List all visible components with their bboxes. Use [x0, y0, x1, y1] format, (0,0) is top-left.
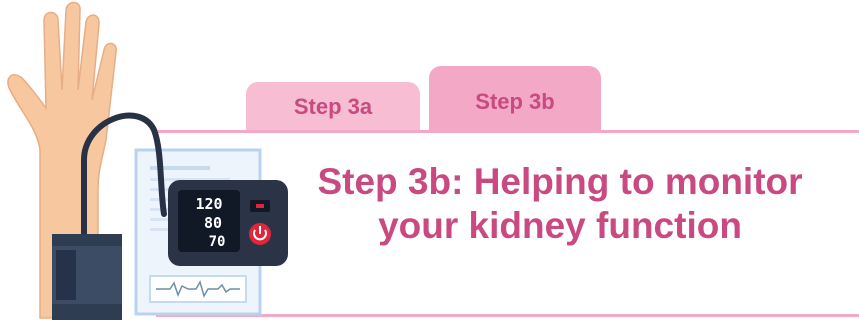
cuff-icon	[52, 234, 122, 320]
monitor-pulse: 70	[209, 234, 226, 250]
blood-pressure-monitor-icon: 120 80 70	[168, 180, 288, 266]
tab-step-3b-label: Step 3b	[475, 89, 555, 114]
blood-pressure-illustration: 120 80 70	[7, 1, 288, 320]
monitor-systolic: 120	[195, 195, 222, 213]
tab-step-3b[interactable]: Step 3b	[429, 66, 601, 132]
monitor-diastolic: 80	[204, 214, 222, 232]
section-heading: Step 3b: Helping to monitor your kidney …	[317, 161, 803, 246]
power-icon	[249, 223, 271, 245]
